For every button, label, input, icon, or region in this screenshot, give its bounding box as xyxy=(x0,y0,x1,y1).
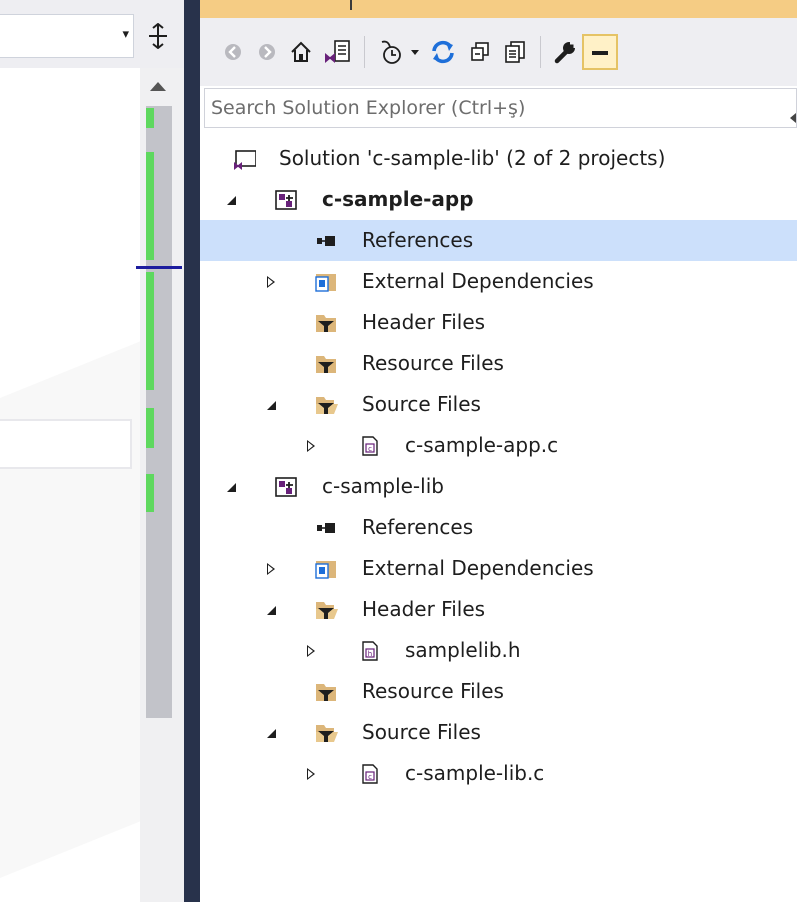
filter-folder-open-icon xyxy=(314,722,338,744)
collapsed-triangle-icon[interactable] xyxy=(264,562,278,576)
back-icon[interactable] xyxy=(218,34,248,70)
collapsed-triangle-icon[interactable] xyxy=(304,439,318,453)
search-options-arrow-icon[interactable] xyxy=(790,113,796,123)
expanded-triangle-icon[interactable] xyxy=(264,726,278,740)
expanded-triangle-icon[interactable] xyxy=(264,603,278,617)
project-icon xyxy=(274,476,298,498)
tree-item-label: Solution 'c-sample-lib' (2 of 2 projects… xyxy=(279,146,666,170)
properties-wrench-icon[interactable] xyxy=(548,34,582,70)
tree-item-label: References xyxy=(362,228,474,252)
solution-explorer-search[interactable] xyxy=(204,88,797,128)
tree-item-label: Source Files xyxy=(362,720,481,744)
preview-toggle-icon[interactable] xyxy=(582,34,618,70)
tree-item-label: c-sample-app.c xyxy=(405,433,559,457)
tree-item-file-samplelib-h[interactable]: h samplelib.h xyxy=(200,630,797,671)
search-input[interactable] xyxy=(205,89,796,127)
vertical-scrollbar[interactable] xyxy=(136,68,184,902)
filter-folder-icon xyxy=(314,681,338,703)
pending-changes-filter-icon[interactable] xyxy=(374,34,408,70)
collapsed-triangle-icon[interactable] xyxy=(264,275,278,289)
tree-item-label: c-sample-lib.c xyxy=(405,761,545,785)
solution-explorer-panel: Solution 'c-sample-lib' (2 of 2 projects… xyxy=(200,0,797,902)
expanded-triangle-icon[interactable] xyxy=(224,193,238,207)
svg-text:c: c xyxy=(368,773,372,781)
editor-navigation-bar: ▾ xyxy=(0,0,184,68)
toolbar-separator xyxy=(364,36,365,68)
tree-item-resource-files[interactable]: Resource Files xyxy=(200,343,797,384)
expanded-triangle-icon[interactable] xyxy=(224,480,238,494)
tree-item-project-c-sample-lib[interactable]: c-sample-lib xyxy=(200,466,797,507)
references-icon xyxy=(314,517,338,539)
collapse-all-icon[interactable] xyxy=(464,34,496,70)
svg-text:h: h xyxy=(368,650,372,658)
scroll-up-arrow-icon[interactable] xyxy=(150,82,166,91)
show-all-files-icon[interactable] xyxy=(498,34,532,70)
tree-item-label: c-sample-app xyxy=(322,187,474,211)
tree-item-file-c-sample-lib-c[interactable]: c c-sample-lib.c xyxy=(200,753,797,794)
tree-item-label: c-sample-lib xyxy=(322,474,444,498)
project-icon xyxy=(274,189,298,211)
panel-title-strip xyxy=(200,0,797,18)
caret-position-marker xyxy=(136,266,182,269)
member-navigation-dropdown[interactable]: ▾ xyxy=(0,14,134,58)
change-marker xyxy=(146,474,154,512)
solution-explorer-toolbar xyxy=(200,18,797,86)
c-file-icon: c xyxy=(358,763,382,785)
forward-icon[interactable] xyxy=(252,34,282,70)
sync-icon[interactable] xyxy=(426,34,460,70)
tree-item-label: Header Files xyxy=(362,597,486,621)
external-dependencies-icon xyxy=(314,271,338,293)
tree-item-references[interactable]: References xyxy=(200,507,797,548)
tree-item-solution[interactable]: Solution 'c-sample-lib' (2 of 2 projects… xyxy=(200,138,797,179)
editor-text-area[interactable] xyxy=(0,68,140,902)
toolbar-separator xyxy=(540,36,541,68)
tree-item-resource-files[interactable]: Resource Files xyxy=(200,671,797,712)
filter-folder-icon xyxy=(314,312,338,334)
tree-item-project-c-sample-app[interactable]: c-sample-app xyxy=(200,179,797,220)
tree-item-file-c-sample-app-c[interactable]: c c-sample-app.c xyxy=(200,425,797,466)
tree-item-header-files[interactable]: Header Files xyxy=(200,589,797,630)
tree-item-label: samplelib.h xyxy=(405,638,521,662)
change-marker xyxy=(146,272,154,390)
expanded-triangle-icon[interactable] xyxy=(264,398,278,412)
tree-item-external-dependencies[interactable]: External Dependencies xyxy=(200,548,797,589)
c-file-icon: c xyxy=(358,435,382,457)
filter-folder-icon xyxy=(314,353,338,375)
tree-item-label: Source Files xyxy=(362,392,481,416)
filter-folder-open-icon xyxy=(314,599,338,621)
filter-folder-open-icon xyxy=(314,394,338,416)
h-file-icon: h xyxy=(358,640,382,662)
tree-item-references[interactable]: References xyxy=(200,220,797,261)
split-window-icon[interactable] xyxy=(140,18,176,54)
panel-splitter[interactable] xyxy=(184,0,200,902)
svg-text:c: c xyxy=(368,445,372,453)
tree-item-label: Header Files xyxy=(362,310,486,334)
tree-item-label: Resource Files xyxy=(362,351,504,375)
home-icon[interactable] xyxy=(286,34,316,70)
change-marker xyxy=(146,152,154,260)
switch-views-icon[interactable] xyxy=(320,34,356,70)
tree-item-label: External Dependencies xyxy=(362,269,594,293)
tree-item-label: Resource Files xyxy=(362,679,504,703)
collapsed-triangle-icon[interactable] xyxy=(304,644,318,658)
change-marker xyxy=(146,108,154,128)
code-editor-area[interactable]: ▾ xyxy=(0,0,184,902)
tree-item-source-files[interactable]: Source Files xyxy=(200,712,797,753)
references-icon xyxy=(314,230,338,252)
dropdown-arrow-icon[interactable] xyxy=(408,34,422,70)
tree-item-label: External Dependencies xyxy=(362,556,594,580)
scrollbar-thumb[interactable] xyxy=(146,106,172,718)
external-dependencies-icon xyxy=(314,558,338,580)
tree-item-label: References xyxy=(362,515,474,539)
editor-inline-box xyxy=(0,419,132,469)
tree-item-external-dependencies[interactable]: External Dependencies xyxy=(200,261,797,302)
solution-tree: Solution 'c-sample-lib' (2 of 2 projects… xyxy=(200,138,797,794)
tree-item-header-files[interactable]: Header Files xyxy=(200,302,797,343)
collapsed-triangle-icon[interactable] xyxy=(304,767,318,781)
chevron-down-icon[interactable]: ▾ xyxy=(122,27,129,42)
tree-item-source-files[interactable]: Source Files xyxy=(200,384,797,425)
change-marker xyxy=(146,408,154,448)
solution-icon xyxy=(232,148,256,170)
